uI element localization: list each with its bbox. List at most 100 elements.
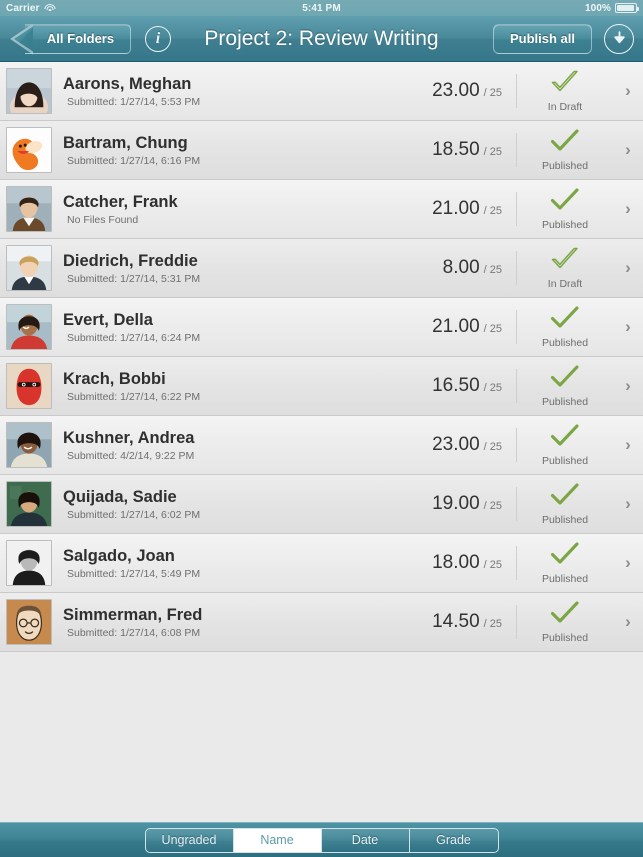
submission-status-text: Submitted: 4/2/14, 9:22 PM	[67, 450, 195, 463]
submission-list[interactable]: Aarons, Meghan Submitted: 1/27/14, 5:53 P…	[0, 62, 643, 822]
back-button-label: All Folders	[46, 31, 115, 46]
status-bar: Carrier 5:41 PM 100%	[0, 0, 643, 16]
submission-status-text: Submitted: 1/27/14, 5:53 PM	[67, 96, 201, 109]
grade-value: 14.50	[432, 611, 480, 632]
chevron-right-icon[interactable]: ›	[613, 317, 643, 337]
submission-status-text: Submitted: 1/27/14, 5:31 PM	[67, 273, 201, 286]
status-badge: Published	[517, 187, 613, 231]
student-name: Aarons, Meghan	[63, 74, 192, 93]
clock-label: 5:41 PM	[302, 2, 341, 14]
grade-cell[interactable]: 21.00/ 25	[432, 198, 516, 220]
student-info: Catcher, Frank No Files Found	[63, 192, 432, 227]
chevron-right-icon[interactable]: ›	[613, 140, 643, 160]
chevron-right-icon[interactable]: ›	[613, 376, 643, 396]
segment-ungraded[interactable]: Ungraded	[145, 828, 234, 852]
app-root: Carrier 5:41 PM 100% All Folders i Proje…	[0, 0, 643, 857]
grade-max: / 25	[483, 618, 502, 630]
grade-max: / 25	[483, 323, 502, 335]
check-solid-icon	[550, 600, 580, 631]
chevron-right-icon[interactable]: ›	[613, 199, 643, 219]
status-badge: Published	[517, 423, 613, 467]
table-row[interactable]: Bartram, Chung Submitted: 1/27/14, 6:16 P…	[0, 121, 643, 180]
grade-cell[interactable]: 21.00/ 25	[432, 316, 516, 338]
student-name: Salgado, Joan	[63, 546, 175, 565]
avatar	[6, 186, 52, 232]
chevron-right-icon[interactable]: ›	[613, 494, 643, 514]
student-name: Quijada, Sadie	[63, 487, 177, 506]
status-badge: In Draft	[517, 246, 613, 290]
status-badge: In Draft	[517, 69, 613, 113]
student-info: Evert, Della Submitted: 1/27/14, 6:24 PM	[63, 310, 432, 345]
status-badge: Published	[517, 305, 613, 349]
table-row[interactable]: Evert, Della Submitted: 1/27/14, 6:24 PM 2…	[0, 298, 643, 357]
check-solid-icon	[550, 482, 580, 513]
grade-cell[interactable]: 8.00/ 25	[443, 257, 516, 279]
navigation-bar: All Folders i Project 2: Review Writing …	[0, 16, 643, 62]
grade-value: 16.50	[432, 375, 480, 396]
student-name: Diedrich, Freddie	[63, 251, 198, 270]
segment-date[interactable]: Date	[321, 828, 410, 852]
status-badge: Published	[517, 364, 613, 408]
sort-segmented-control[interactable]: Ungraded Name Date Grade	[144, 827, 499, 853]
grade-cell[interactable]: 18.00/ 25	[432, 552, 516, 574]
avatar	[6, 481, 52, 527]
check-solid-icon	[550, 364, 580, 395]
back-button-all-folders[interactable]: All Folders	[25, 23, 131, 54]
submission-status-text: Submitted: 1/27/14, 6:16 PM	[67, 155, 201, 168]
grade-value: 21.00	[432, 198, 480, 219]
grade-cell[interactable]: 18.50/ 25	[432, 139, 516, 161]
status-badge: Published	[517, 600, 613, 644]
grade-cell[interactable]: 14.50/ 25	[432, 611, 516, 633]
table-row[interactable]: Diedrich, Freddie Submitted: 1/27/14, 5:3…	[0, 239, 643, 298]
status-bar-right: 100%	[585, 2, 639, 14]
segment-name[interactable]: Name	[233, 828, 322, 852]
grade-value: 23.00	[432, 434, 480, 455]
grade-max: / 25	[483, 500, 502, 512]
table-row[interactable]: Catcher, Frank No Files Found 21.00/ 25 Pub…	[0, 180, 643, 239]
submission-status-text: No Files Found	[67, 214, 139, 227]
status-label: Published	[541, 573, 589, 585]
check-solid-icon	[550, 187, 580, 218]
bottom-toolbar: Ungraded Name Date Grade	[0, 822, 643, 857]
table-row[interactable]: Aarons, Meghan Submitted: 1/27/14, 5:53 P…	[0, 62, 643, 121]
student-info: Bartram, Chung Submitted: 1/27/14, 6:16 P…	[63, 133, 432, 168]
grade-cell[interactable]: 23.00/ 25	[432, 80, 516, 102]
grade-max: / 25	[483, 205, 502, 217]
chevron-right-icon[interactable]: ›	[613, 435, 643, 455]
chevron-right-icon[interactable]: ›	[613, 258, 643, 278]
table-row[interactable]: Simmerman, Fred Submitted: 1/27/14, 6:08 …	[0, 593, 643, 652]
table-row[interactable]: Krach, Bobbi Submitted: 1/27/14, 6:22 PM 1…	[0, 357, 643, 416]
battery-percent-label: 100%	[585, 2, 611, 14]
check-solid-icon	[550, 128, 580, 159]
avatar	[6, 68, 52, 114]
student-info: Salgado, Joan Submitted: 1/27/14, 5:49 PM	[63, 546, 432, 581]
chevron-right-icon[interactable]: ›	[613, 81, 643, 101]
avatar	[6, 363, 52, 409]
grade-cell[interactable]: 23.00/ 25	[432, 434, 516, 456]
status-badge: Published	[517, 541, 613, 585]
avatar	[6, 127, 52, 173]
status-label: Published	[541, 396, 589, 408]
grade-max: / 25	[483, 382, 502, 394]
table-row[interactable]: Quijada, Sadie Submitted: 1/27/14, 6:02 P…	[0, 475, 643, 534]
battery-icon	[615, 3, 639, 13]
grade-max: / 25	[483, 559, 502, 571]
download-icon[interactable]	[604, 23, 634, 54]
publish-all-button[interactable]: Publish all	[492, 23, 592, 54]
chevron-right-icon[interactable]: ›	[613, 553, 643, 573]
segment-grade[interactable]: Grade	[409, 828, 498, 852]
submission-status-text: Submitted: 1/27/14, 5:49 PM	[67, 568, 201, 581]
status-badge: Published	[517, 482, 613, 526]
grade-cell[interactable]: 16.50/ 25	[432, 375, 516, 397]
avatar	[6, 304, 52, 350]
info-icon[interactable]: i	[145, 25, 171, 52]
student-info: Simmerman, Fred Submitted: 1/27/14, 6:08 …	[63, 605, 432, 640]
student-info: Aarons, Meghan Submitted: 1/27/14, 5:53 P…	[63, 74, 432, 109]
check-solid-icon	[550, 541, 580, 572]
grade-max: / 25	[483, 87, 502, 99]
table-row[interactable]: Salgado, Joan Submitted: 1/27/14, 5:49 PM…	[0, 534, 643, 593]
table-row[interactable]: Kushner, Andrea Submitted: 4/2/14, 9:22 P…	[0, 416, 643, 475]
status-label: In Draft	[547, 278, 583, 290]
grade-cell[interactable]: 19.00/ 25	[432, 493, 516, 515]
chevron-right-icon[interactable]: ›	[613, 612, 643, 632]
